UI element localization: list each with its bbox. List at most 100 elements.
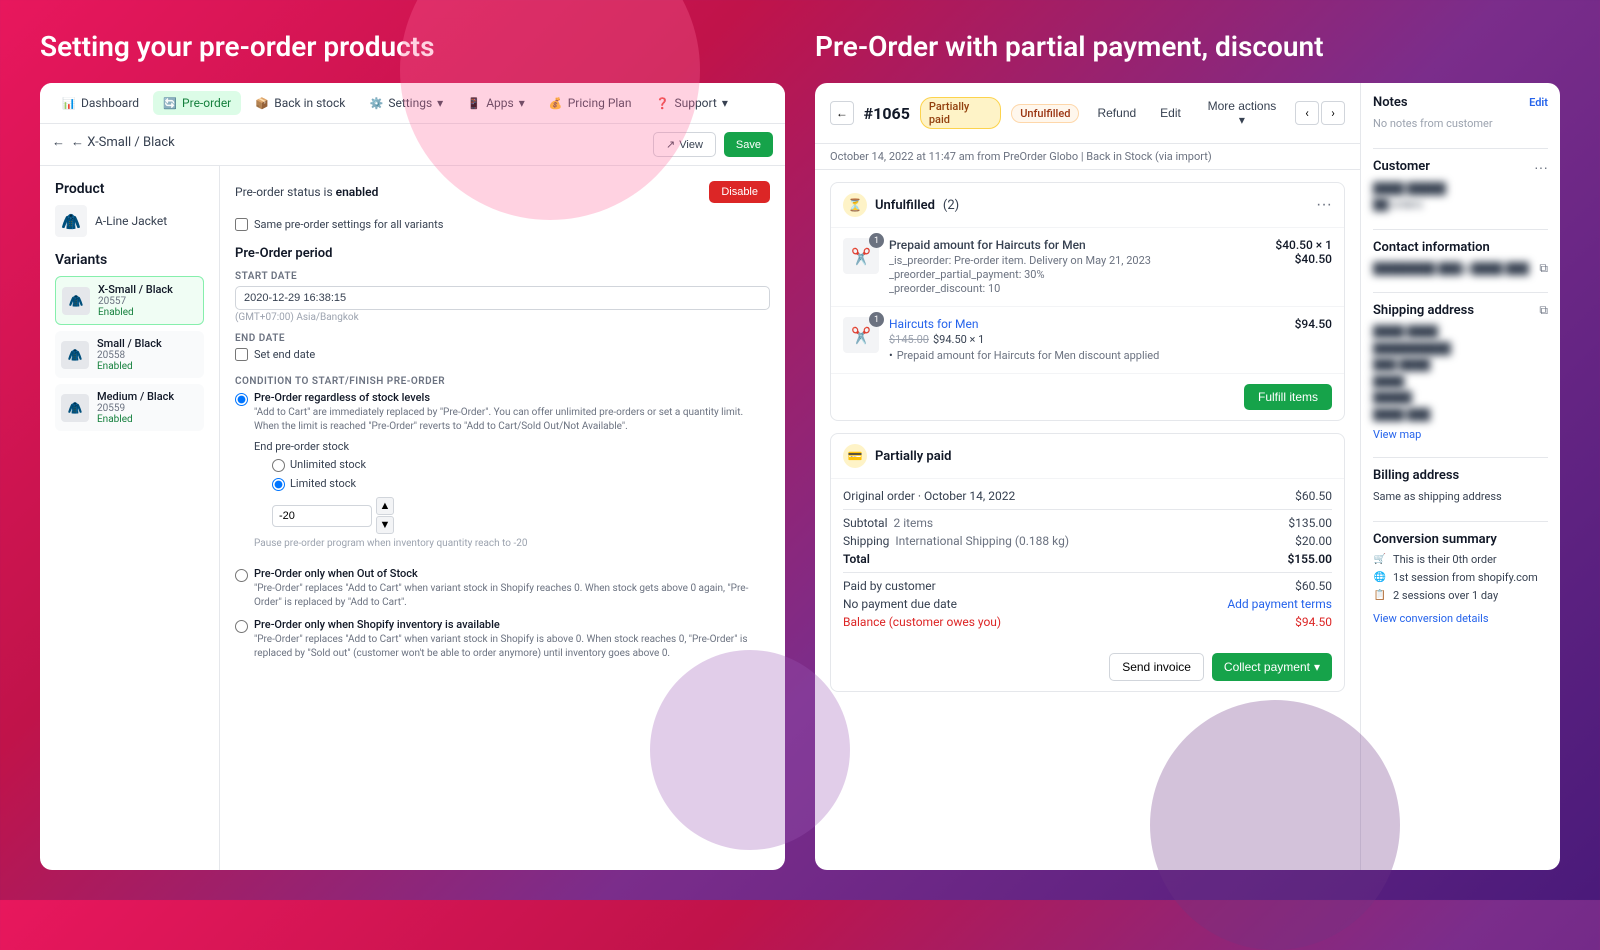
globe-icon: 🌐 <box>1373 571 1387 585</box>
stock-decrement-button[interactable]: ▼ <box>376 516 394 534</box>
variant-thumb: 🧥 <box>61 394 89 422</box>
shipping-row: Shipping International Shipping (0.188 k… <box>843 534 1332 548</box>
item-qty-badge-2: 1 <box>869 312 884 327</box>
copy-address-button[interactable]: ⧉ <box>1539 303 1548 318</box>
radio-desc-2: "Pre-Order" replaces "Add to Cart" when … <box>254 582 770 610</box>
copy-email-button[interactable]: ⧉ <box>1539 261 1548 276</box>
sessions-icon: 📋 <box>1373 589 1387 603</box>
fulfill-items-button[interactable]: Fulfill items <box>1244 384 1332 410</box>
variant-info: X-Small / Black 20557 Enabled <box>98 283 197 318</box>
customer-more-button[interactable]: ··· <box>1534 159 1548 175</box>
view-map-link[interactable]: View map <box>1373 428 1421 441</box>
item-meta-1a: _is_preorder: Pre-order item. Delivery o… <box>889 254 1265 267</box>
preorder-icon: 🔄 <box>163 96 177 110</box>
nav-dashboard[interactable]: 📊 Dashboard <box>52 91 149 115</box>
edit-button[interactable]: Edit <box>1152 102 1189 124</box>
notes-title: Notes Edit <box>1373 95 1548 110</box>
shipping-label: Shipping International Shipping (0.188 k… <box>843 534 1069 548</box>
contact-email: ████████.███@████.███ <box>1373 261 1529 278</box>
unlimited-stock-radio[interactable] <box>272 459 285 472</box>
item-pricing-2: $94.50 <box>1295 317 1332 331</box>
radio-input-1[interactable] <box>235 393 248 406</box>
variants-label: Variants <box>55 252 204 268</box>
back-button[interactable]: ← ← X-Small / Black <box>52 134 175 150</box>
conversion-title: Conversion summary <box>1373 532 1548 547</box>
product-section: Product 🧥 A-Line Jacket <box>55 181 204 237</box>
variant-name: Medium / Black <box>97 390 198 403</box>
same-settings-checkbox[interactable] <box>235 218 248 231</box>
original-order-amount: $60.50 <box>1295 489 1332 503</box>
order-header: ← #1065 Partially paid Unfulfilled Refun… <box>815 83 1360 144</box>
variant-item[interactable]: 🧥 Medium / Black 20559 Enabled <box>55 384 204 431</box>
order-back-button[interactable]: ← <box>830 101 854 125</box>
save-button[interactable]: Save <box>724 132 773 157</box>
end-date-row: Set end date <box>235 348 770 361</box>
next-order-button[interactable]: › <box>1321 101 1345 125</box>
nav-back-in-stock[interactable]: 📦 Back in stock <box>245 91 355 115</box>
right-title: Pre-Order with partial payment, discount <box>815 30 1560 63</box>
more-actions-button[interactable]: More actions ▾ <box>1197 95 1287 131</box>
item-name-link-2[interactable]: Haircuts for Men <box>889 317 978 331</box>
chevron-down-icon: ▾ <box>722 96 728 110</box>
total-label: Total <box>843 552 870 566</box>
no-payment-label: No payment due date <box>843 597 957 611</box>
unfulfilled-badge: Unfulfilled <box>1011 104 1079 123</box>
fulfillment-header: ⏳ Unfulfilled (2) ··· <box>831 183 1344 228</box>
cart-icon: 🛒 <box>1373 553 1387 567</box>
send-invoice-button[interactable]: Send invoice <box>1109 653 1204 681</box>
item-pricing-1: $40.50 × 1 $40.50 <box>1275 238 1332 266</box>
customer-name: ████ █████ <box>1373 181 1548 198</box>
item-meta-1b: _preorder_partial_payment: 30% <box>889 268 1265 281</box>
divider-1 <box>1373 148 1548 149</box>
set-end-date-label: Set end date <box>254 348 315 361</box>
variant-info: Medium / Black 20559 Enabled <box>97 390 198 425</box>
nav-arrows: ‹ › <box>1295 101 1345 125</box>
limited-stock-radio[interactable] <box>272 478 285 491</box>
stock-input-row: ▲ ▼ <box>272 497 770 534</box>
fulfillment-count: (2) <box>943 198 959 213</box>
stock-increment-button[interactable]: ▲ <box>376 497 394 515</box>
divider-2 <box>1373 229 1548 230</box>
view-conversion-link[interactable]: View conversion details <box>1373 612 1489 625</box>
divider-4 <box>1373 457 1548 458</box>
shipping-line-6: ████ ███ <box>1373 407 1548 424</box>
radio-label-2: Pre-Order only when Out of Stock <box>254 567 770 580</box>
status-line: Pre-order status is enabled <box>235 185 378 199</box>
variant-name: Small / Black <box>97 337 198 350</box>
paid-row: Paid by customer $60.50 <box>843 579 1332 593</box>
order-number: #1065 <box>864 104 910 123</box>
notes-value: No notes from customer <box>1373 116 1548 133</box>
variants-section: Variants 🧥 X-Small / Black 20557 Enabled <box>55 252 204 431</box>
condition-label: CONDITION TO START/FINISH PRE-ORDER <box>235 376 770 387</box>
shipping-line-2: ██████████ <box>1373 341 1548 358</box>
disable-button[interactable]: Disable <box>709 181 770 203</box>
fulfillment-more-button[interactable]: ··· <box>1316 196 1332 214</box>
refund-button[interactable]: Refund <box>1089 102 1144 124</box>
same-settings-row: Same pre-order settings for all variants <box>235 218 770 231</box>
subtotal-row: Subtotal 2 items $135.00 <box>843 516 1332 530</box>
variant-item[interactable]: 🧥 Small / Black 20558 Enabled <box>55 331 204 378</box>
shipping-line-1: ████ ████ <box>1373 324 1548 341</box>
partially-paid-badge: Partially paid <box>920 97 1001 129</box>
chevron-down-icon: ▾ <box>1239 113 1245 127</box>
radio-input-3[interactable] <box>235 620 248 633</box>
end-preorder-label: End pre-order stock <box>254 440 770 453</box>
start-date-input[interactable] <box>235 286 770 310</box>
item-original-price-2: $145.00 <box>889 333 929 346</box>
notes-edit-button[interactable]: Edit <box>1529 96 1548 109</box>
no-payment-row: No payment due date Add payment terms <box>843 597 1332 611</box>
collect-payment-button[interactable]: Collect payment ▾ <box>1212 653 1332 681</box>
conversion-item-1: 🛒 This is their 0th order <box>1373 553 1548 567</box>
shipping-line-4: ████ <box>1373 374 1548 391</box>
item-image-1: ✂️ 1 <box>843 238 879 274</box>
variant-item[interactable]: 🧥 X-Small / Black 20557 Enabled <box>55 276 204 325</box>
stock-value-input[interactable] <box>272 505 372 527</box>
billing-value: Same as shipping address <box>1373 489 1548 506</box>
total-row: Total $155.00 <box>843 552 1332 566</box>
add-payment-terms-link[interactable]: Add payment terms <box>1227 597 1332 611</box>
radio-input-2[interactable] <box>235 569 248 582</box>
set-end-date-checkbox[interactable] <box>235 348 248 361</box>
nav-pre-order[interactable]: 🔄 Pre-order <box>153 91 241 115</box>
prev-order-button[interactable]: ‹ <box>1295 101 1319 125</box>
payment-icon: 💳 <box>843 444 867 468</box>
